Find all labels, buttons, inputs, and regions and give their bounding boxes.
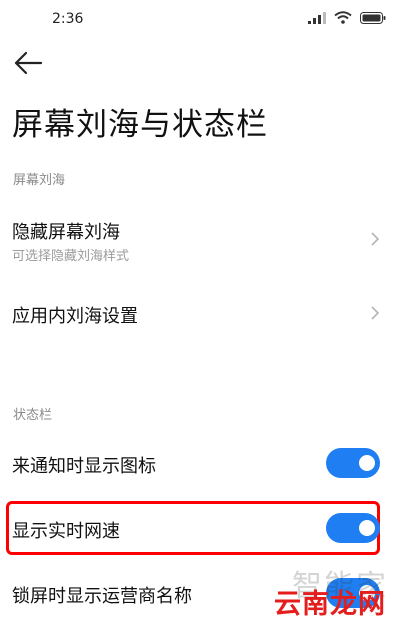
in-app-notch-item[interactable]: 应用内刘海设置: [0, 290, 400, 340]
realtime-speed-title: 显示实时网速: [12, 521, 120, 542]
carrier-name-title: 锁屏时显示运营商名称: [12, 586, 192, 607]
wifi-icon: [334, 11, 352, 24]
back-arrow-icon[interactable]: [14, 50, 44, 76]
toggle-knob: [359, 520, 375, 536]
chevron-right-icon: [371, 306, 380, 320]
signal-icon: [308, 11, 326, 24]
toggle-knob: [359, 455, 375, 471]
chevron-right-icon: [371, 232, 380, 246]
page-title: 屏幕刘海与状态栏: [12, 107, 268, 143]
realtime-speed-item[interactable]: 显示实时网速: [0, 506, 400, 552]
status-icons: [308, 11, 386, 24]
notification-icons-item[interactable]: 来通知时显示图标: [0, 440, 400, 486]
status-time: 2:36: [52, 11, 84, 27]
hide-notch-subtitle: 可选择隐藏刘海样式: [12, 249, 130, 264]
in-app-notch-title: 应用内刘海设置: [12, 306, 138, 327]
hide-notch-item[interactable]: 隐藏屏幕刘海 可选择隐藏刘海样式: [0, 210, 400, 270]
realtime-speed-toggle[interactable]: [326, 513, 380, 543]
section-title-status-bar: 状态栏: [13, 408, 53, 423]
notification-icons-toggle[interactable]: [326, 448, 380, 478]
watermark-main: 云南龙网: [274, 589, 386, 620]
notification-icons-title: 来通知时显示图标: [12, 456, 156, 477]
section-title-notch: 屏幕刘海: [13, 173, 66, 188]
battery-icon: [360, 11, 386, 24]
hide-notch-title: 隐藏屏幕刘海: [12, 222, 120, 243]
status-bar: 2:36: [0, 0, 400, 40]
